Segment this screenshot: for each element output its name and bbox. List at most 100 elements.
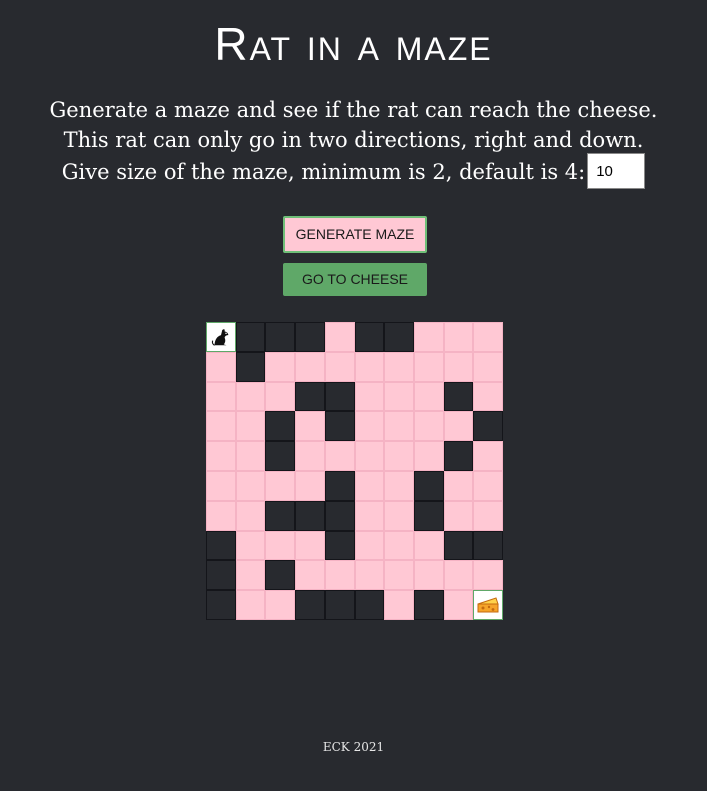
maze-wall-cell: [206, 530, 236, 561]
maze-open-cell: [206, 351, 236, 382]
maze-open-cell: [413, 411, 444, 442]
maze-open-cell: [384, 530, 414, 561]
maze-open-cell: [384, 411, 414, 442]
maze-open-cell: [354, 470, 385, 501]
maze-open-cell: [443, 590, 474, 620]
maze-wall-cell: [324, 411, 355, 442]
maze-open-cell: [295, 470, 325, 501]
maze-open-cell: [295, 441, 325, 471]
maze-open-cell: [235, 530, 266, 561]
maze-open-cell: [265, 470, 296, 501]
maze-wall-cell: [324, 590, 355, 620]
maze-open-cell: [206, 441, 236, 471]
maze-open-cell: [354, 411, 385, 442]
maze-open-cell: [384, 441, 414, 471]
maze-open-cell: [324, 351, 355, 382]
description-line-1: Generate a maze and see if the rat can r…: [49, 98, 658, 122]
maze-wall-cell: [324, 530, 355, 561]
maze-open-cell: [384, 351, 414, 382]
maze-wall-cell: [295, 500, 325, 531]
maze-open-cell: [413, 560, 444, 591]
maze-grid: [206, 322, 503, 620]
maze-wall-cell: [295, 590, 325, 620]
maze-wall-cell: [413, 470, 444, 501]
maze-wall-cell: [295, 381, 325, 412]
maze-open-cell: [265, 590, 296, 620]
maze-open-cell: [235, 590, 266, 620]
maze-open-cell: [443, 470, 474, 501]
maze-wall-cell: [443, 381, 474, 412]
maze-open-cell: [443, 500, 474, 531]
maze-open-cell: [473, 560, 503, 591]
maze-open-cell: [473, 381, 503, 412]
maze-open-cell: [384, 470, 414, 501]
maze-wall-cell: [206, 560, 236, 591]
maze-wall-cell: [265, 441, 296, 471]
maze-wall-cell: [265, 500, 296, 531]
maze-wall-cell: [443, 530, 474, 561]
maze-wall-cell: [324, 381, 355, 412]
maze-wall-cell: [473, 530, 503, 561]
maze-open-cell: [473, 351, 503, 382]
maze-open-cell: [473, 322, 503, 352]
maze-wall-cell: [235, 351, 266, 382]
maze-wall-cell: [413, 500, 444, 531]
maze-open-cell: [413, 530, 444, 561]
maze-wall-cell: [206, 590, 236, 620]
maze-wall-cell: [324, 500, 355, 531]
description-line-2: This rat can only go in two directions, …: [63, 128, 644, 152]
maze-open-cell: [295, 411, 325, 442]
maze-size-input[interactable]: [587, 153, 646, 189]
maze-open-cell: [235, 381, 266, 412]
maze-wall-cell: [473, 411, 503, 442]
maze-wall-cell: [265, 560, 296, 591]
maze-wall-cell: [324, 470, 355, 501]
maze-open-cell: [413, 441, 444, 471]
maze-open-cell: [354, 560, 385, 591]
maze-open-cell: [473, 441, 503, 471]
maze-wall-cell: [295, 322, 325, 352]
maze-open-cell: [295, 560, 325, 591]
maze-open-cell: [443, 351, 474, 382]
footer-text: ECK 2021: [322, 740, 385, 754]
maze-open-cell: [206, 470, 236, 501]
rat-cell: [206, 322, 236, 352]
maze-open-cell: [473, 470, 503, 501]
maze-wall-cell: [384, 322, 414, 352]
maze-open-cell: [265, 351, 296, 382]
maze-open-cell: [265, 381, 296, 412]
maze-open-cell: [384, 560, 414, 591]
description: Generate a maze and see if the rat can r…: [0, 95, 707, 191]
description-line-3: Give size of the maze, minimum is 2, def…: [61, 159, 586, 184]
maze-open-cell: [413, 381, 444, 412]
maze-open-cell: [235, 441, 266, 471]
maze-open-cell: [413, 322, 444, 352]
maze-open-cell: [354, 441, 385, 471]
go-to-cheese-button[interactable]: GO TO CHEESE: [283, 263, 427, 296]
maze-wall-cell: [265, 411, 296, 442]
maze-open-cell: [206, 500, 236, 531]
maze-wall-cell: [443, 441, 474, 471]
generate-maze-button[interactable]: GENERATE MAZE: [283, 216, 427, 253]
maze-wall-cell: [354, 590, 385, 620]
maze-open-cell: [235, 560, 266, 591]
maze-open-cell: [354, 381, 385, 412]
maze-open-cell: [443, 560, 474, 591]
page-title: Rat in a maze: [214, 18, 493, 70]
maze-open-cell: [235, 500, 266, 531]
maze-open-cell: [354, 351, 385, 382]
maze-open-cell: [443, 411, 474, 442]
maze-open-cell: [413, 351, 444, 382]
maze-open-cell: [324, 322, 355, 352]
maze-open-cell: [354, 530, 385, 561]
maze-open-cell: [443, 322, 474, 352]
maze-open-cell: [384, 500, 414, 531]
maze-open-cell: [265, 530, 296, 561]
description-line-3-row: Give size of the maze, minimum is 2, def…: [0, 153, 707, 191]
maze-open-cell: [354, 500, 385, 531]
maze-open-cell: [384, 590, 414, 620]
cheese-cell: [473, 590, 503, 620]
maze-open-cell: [384, 381, 414, 412]
maze-open-cell: [235, 411, 266, 442]
maze-wall-cell: [413, 590, 444, 620]
